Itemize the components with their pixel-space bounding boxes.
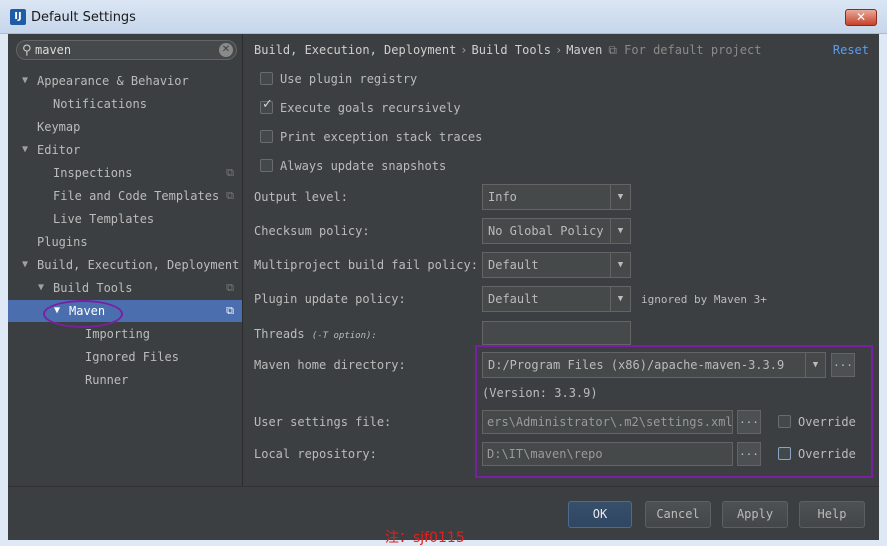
- settings-sidebar: ⚲ maven ✕ ▼ Appearance & Behavior Notifi…: [8, 34, 243, 486]
- sidebar-item-keymap[interactable]: Keymap: [8, 116, 242, 138]
- sidebar-item-build-tools[interactable]: ▼ Build Tools ⧉: [8, 277, 242, 299]
- sidebar-item-plugins[interactable]: Plugins: [8, 231, 242, 253]
- sidebar-item-runner[interactable]: Runner: [8, 369, 242, 391]
- breadcrumb-part: Maven: [566, 43, 603, 57]
- project-scope-icon: ⧉: [226, 304, 234, 317]
- output-level-select[interactable]: Info ▼: [482, 184, 631, 210]
- ok-button[interactable]: OK: [568, 501, 632, 528]
- use-plugin-registry-checkbox[interactable]: [260, 72, 273, 85]
- threads-label: Threads (-T option):: [254, 327, 377, 341]
- sidebar-item-label: File and Code Templates: [53, 189, 220, 203]
- always-update-snapshots-checkbox[interactable]: [260, 159, 273, 172]
- sidebar-item-label: Runner: [85, 373, 129, 387]
- default-project-note: ⧉ For default project: [608, 43, 761, 57]
- chevron-down-icon[interactable]: ▼: [610, 219, 630, 243]
- sidebar-item-label: Editor: [37, 143, 81, 157]
- apply-button[interactable]: Apply: [722, 501, 788, 528]
- sidebar-item-importing[interactable]: Importing: [8, 323, 242, 345]
- project-scope-icon: ⧉: [226, 189, 234, 202]
- execute-goals-recursively-checkbox[interactable]: [260, 97, 273, 114]
- plugin-update-policy-label: Plugin update policy:: [254, 292, 406, 306]
- sidebar-item-build-execution-deployment[interactable]: ▼ Build, Execution, Deployment: [8, 254, 242, 276]
- chevron-down-icon[interactable]: ▼: [610, 253, 630, 277]
- sidebar-item-inspections[interactable]: Inspections ⧉: [8, 162, 242, 184]
- checksum-policy-label: Checksum policy:: [254, 224, 370, 238]
- output-level-label: Output level:: [254, 190, 348, 204]
- sidebar-item-label: Build, Execution, Deployment: [37, 258, 240, 272]
- expand-arrow-icon[interactable]: ▼: [22, 70, 28, 92]
- annotation-rectangle: [475, 345, 873, 478]
- maven-settings-panel: Build, Execution, Deployment › Build Tools…: [244, 34, 879, 486]
- default-project-label: For default project: [624, 43, 762, 57]
- search-value: maven: [35, 43, 72, 57]
- plugin-update-policy-select[interactable]: Default ▼: [482, 286, 631, 312]
- option-label: Execute goals recursively: [280, 101, 461, 115]
- project-scope-icon: ⧉: [226, 166, 234, 179]
- project-scope-icon: ⧉: [608, 43, 625, 57]
- window-title: Default Settings: [31, 10, 136, 25]
- cancel-button[interactable]: Cancel: [645, 501, 711, 528]
- sidebar-item-label: Inspections: [53, 166, 133, 180]
- maven-home-label: Maven home directory:: [254, 358, 406, 372]
- print-exception-stack-traces-checkbox[interactable]: [260, 130, 273, 143]
- threads-input[interactable]: [482, 321, 631, 345]
- annotation-ellipse: [43, 300, 123, 328]
- sidebar-item-label: Appearance & Behavior: [37, 74, 189, 88]
- dialog-body: ⚲ maven ✕ ▼ Appearance & Behavior Notifi…: [8, 34, 879, 540]
- sidebar-item-file-code-templates[interactable]: File and Code Templates ⧉: [8, 185, 242, 207]
- option-label: Print exception stack traces: [280, 130, 483, 144]
- breadcrumb-separator: ›: [555, 43, 563, 57]
- checksum-policy-select[interactable]: No Global Policy ▼: [482, 218, 631, 244]
- help-button[interactable]: Help: [799, 501, 865, 528]
- select-value: No Global Policy: [488, 224, 604, 238]
- project-scope-icon: ⧉: [226, 281, 234, 294]
- chevron-down-icon[interactable]: ▼: [610, 287, 630, 311]
- option-label: Always update snapshots: [280, 159, 447, 173]
- breadcrumb-part: Build Tools: [471, 43, 552, 57]
- plugin-update-hint: ignored by Maven 3+: [641, 293, 767, 306]
- local-repository-label: Local repository:: [254, 447, 377, 461]
- title-bar: IJ Default Settings ✕: [0, 0, 887, 34]
- option-label: Use plugin registry: [280, 72, 418, 86]
- expand-arrow-icon[interactable]: ▼: [38, 277, 44, 299]
- breadcrumb-separator: ›: [460, 43, 468, 57]
- user-settings-label: User settings file:: [254, 415, 392, 429]
- threads-option-hint: (-T option):: [311, 331, 377, 341]
- sidebar-item-label: Live Templates: [53, 212, 155, 226]
- threads-label-text: Threads: [254, 327, 305, 341]
- expand-arrow-icon[interactable]: ▼: [22, 254, 28, 276]
- watermark-text: 注：sjf0115: [385, 530, 465, 546]
- multiproject-fail-policy-label: Multiproject build fail policy:: [254, 258, 478, 272]
- sidebar-item-label: Build Tools: [53, 281, 133, 295]
- sidebar-item-appearance-behavior[interactable]: ▼ Appearance & Behavior: [8, 70, 242, 92]
- breadcrumb-part: Build, Execution, Deployment: [254, 43, 457, 57]
- select-value: Default: [488, 292, 539, 306]
- chevron-down-icon[interactable]: ▼: [610, 185, 630, 209]
- close-window-button[interactable]: ✕: [845, 9, 877, 26]
- select-value: Info: [488, 190, 517, 204]
- sidebar-item-ignored-files[interactable]: Ignored Files: [8, 346, 242, 368]
- sidebar-item-editor[interactable]: ▼ Editor: [8, 139, 242, 161]
- search-icon: ⚲: [22, 43, 32, 58]
- sidebar-item-label: Keymap: [37, 120, 81, 134]
- sidebar-item-label: Plugins: [37, 235, 88, 249]
- sidebar-item-live-templates[interactable]: Live Templates: [8, 208, 242, 230]
- breadcrumb: Build, Execution, Deployment › Build Tools…: [254, 43, 761, 58]
- sidebar-item-notifications[interactable]: Notifications: [8, 93, 242, 115]
- settings-search-input[interactable]: ⚲ maven ✕: [16, 40, 237, 60]
- reset-link[interactable]: Reset: [833, 43, 869, 57]
- expand-arrow-icon[interactable]: ▼: [22, 139, 28, 161]
- sidebar-item-label: Ignored Files: [85, 350, 179, 364]
- clear-search-icon[interactable]: ✕: [219, 43, 233, 57]
- sidebar-item-label: Notifications: [53, 97, 147, 111]
- multiproject-fail-policy-select[interactable]: Default ▼: [482, 252, 631, 278]
- intellij-app-icon: IJ: [10, 9, 26, 25]
- select-value: Default: [488, 258, 539, 272]
